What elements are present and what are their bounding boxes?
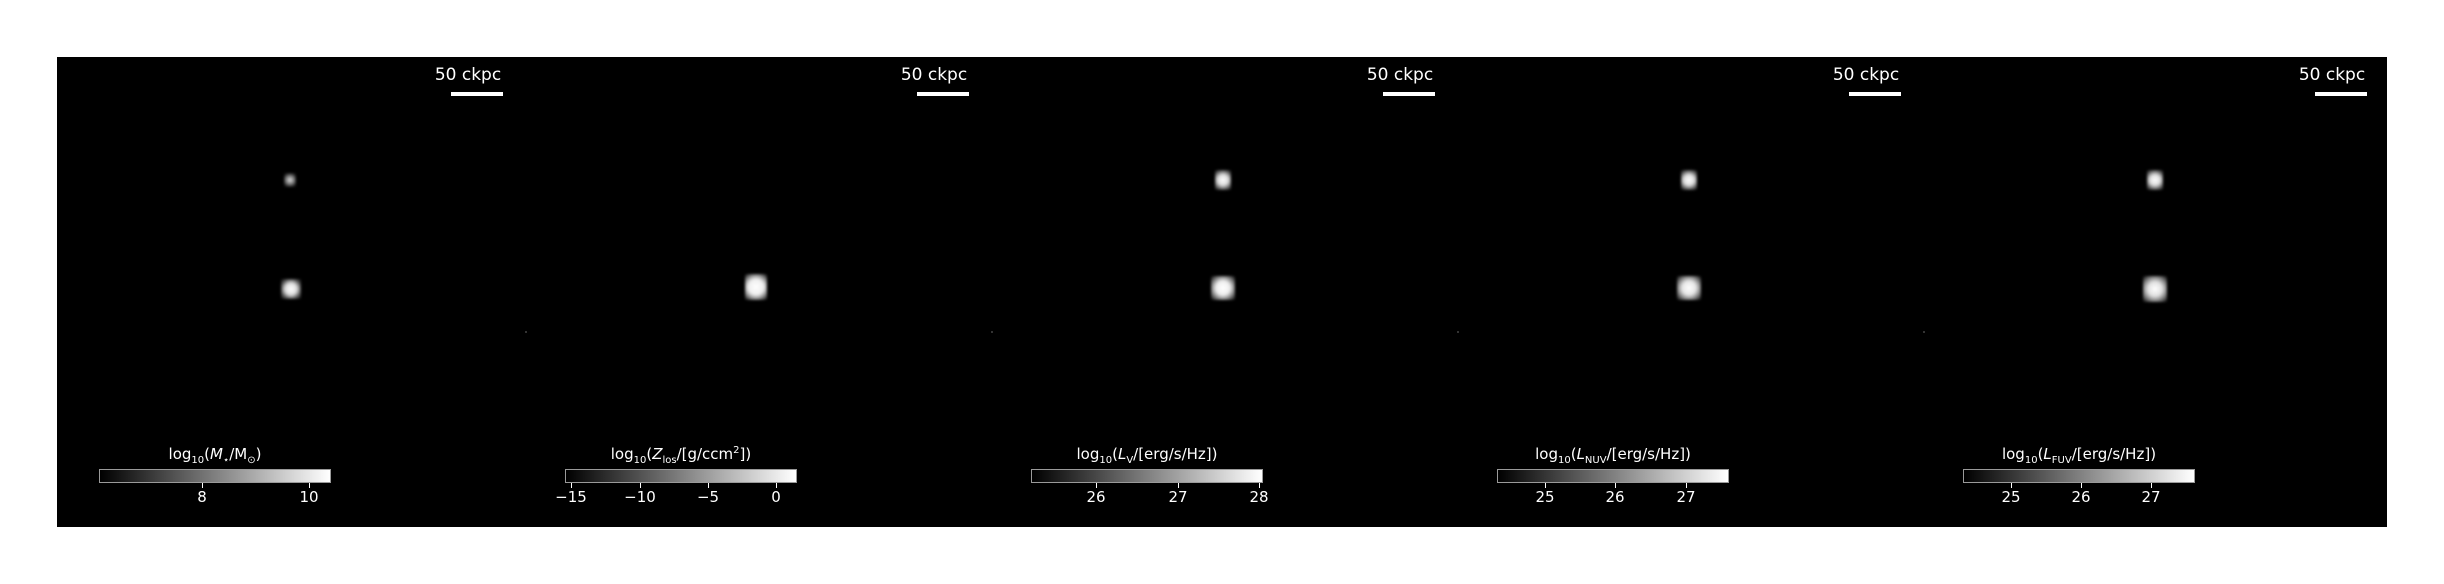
nuv-panel: 50 ckpc log10(LNUV/[erg/s/Hz]) 25 26 27 [1455,57,1921,527]
colorbar-tick-label: 0 [771,488,781,506]
colorbar-label: log10(M⋆/M⊙) [168,445,262,466]
colorbar [1497,469,1729,483]
galaxy-blob-upper [1681,170,1697,190]
colorbar-tick-label: 10 [299,488,319,506]
scalebar-label: 50 ckpc [900,65,968,85]
scalebar-line [1849,92,1901,96]
scalebar-label: 50 ckpc [2298,65,2366,85]
colorbar-label: log10(LFUV/[erg/s/Hz]) [2001,445,2157,466]
galaxy-blob-upper [284,173,296,187]
galaxy-blob-upper [1215,170,1231,190]
galaxy-blob-lower [281,279,301,299]
scalebar-label: 50 ckpc [434,65,502,85]
colorbar [565,469,797,483]
scalebar-label: 50 ckpc [1366,65,1434,85]
stellar-mass-panel: 50 ckpc log10(M⋆/M⊙) 8 10 [57,57,523,527]
galaxy-blob-upper [2147,170,2163,190]
colorbar-tick-label: −10 [624,488,656,506]
v-band-panel: 50 ckpc log10(LV/[erg/s/Hz]) 26 27 28 [989,57,1455,527]
scalebar-label: 50 ckpc [1832,65,1900,85]
colorbar-tick-label: 28 [1249,488,1269,506]
colorbar-tick-label: 25 [1535,488,1555,506]
colorbar-label: log10(Zlos/[g/ccm2]) [610,445,752,466]
edge-speck [991,331,993,333]
colorbar-tick-label: 26 [1605,488,1625,506]
figure: 50 ckpc log10(M⋆/M⊙) 8 10 50 ckpc log10(… [57,57,2387,527]
edge-speck [1457,331,1459,333]
colorbar [1963,469,2195,483]
fuv-panel: 50 ckpc log10(LFUV/[erg/s/Hz]) 25 26 27 [1921,57,2387,527]
edge-speck [1923,331,1925,333]
galaxy-blob-lower [2143,276,2167,302]
galaxy-blob-lower [1677,276,1701,300]
colorbar-tick-label: −15 [555,488,587,506]
colorbar-tick-label: 26 [1086,488,1106,506]
scalebar-line [917,92,969,96]
colorbar-tick-label: 25 [2001,488,2021,506]
colorbar-tick-label: 26 [2071,488,2091,506]
colorbar-tick-label: 27 [1676,488,1696,506]
colorbar-label: log10(LV/[erg/s/Hz]) [1076,445,1218,466]
galaxy-blob [745,274,767,300]
scalebar-line [451,92,503,96]
scalebar-line [2315,92,2367,96]
colorbar-tick-label: −5 [696,488,720,506]
galaxy-blob-lower [1211,276,1235,300]
colorbar [99,469,331,483]
colorbar-tick-label: 27 [1168,488,1188,506]
colorbar-tick-label: 27 [2141,488,2161,506]
colorbar-label: log10(LNUV/[erg/s/Hz]) [1535,445,1691,466]
colorbar-tick-label: 8 [197,488,207,506]
scalebar-line [1383,92,1435,96]
metallicity-panel: 50 ckpc log10(Zlos/[g/ccm2]) −15 −10 −5 … [523,57,989,527]
edge-speck [525,331,527,333]
colorbar [1031,469,1263,483]
